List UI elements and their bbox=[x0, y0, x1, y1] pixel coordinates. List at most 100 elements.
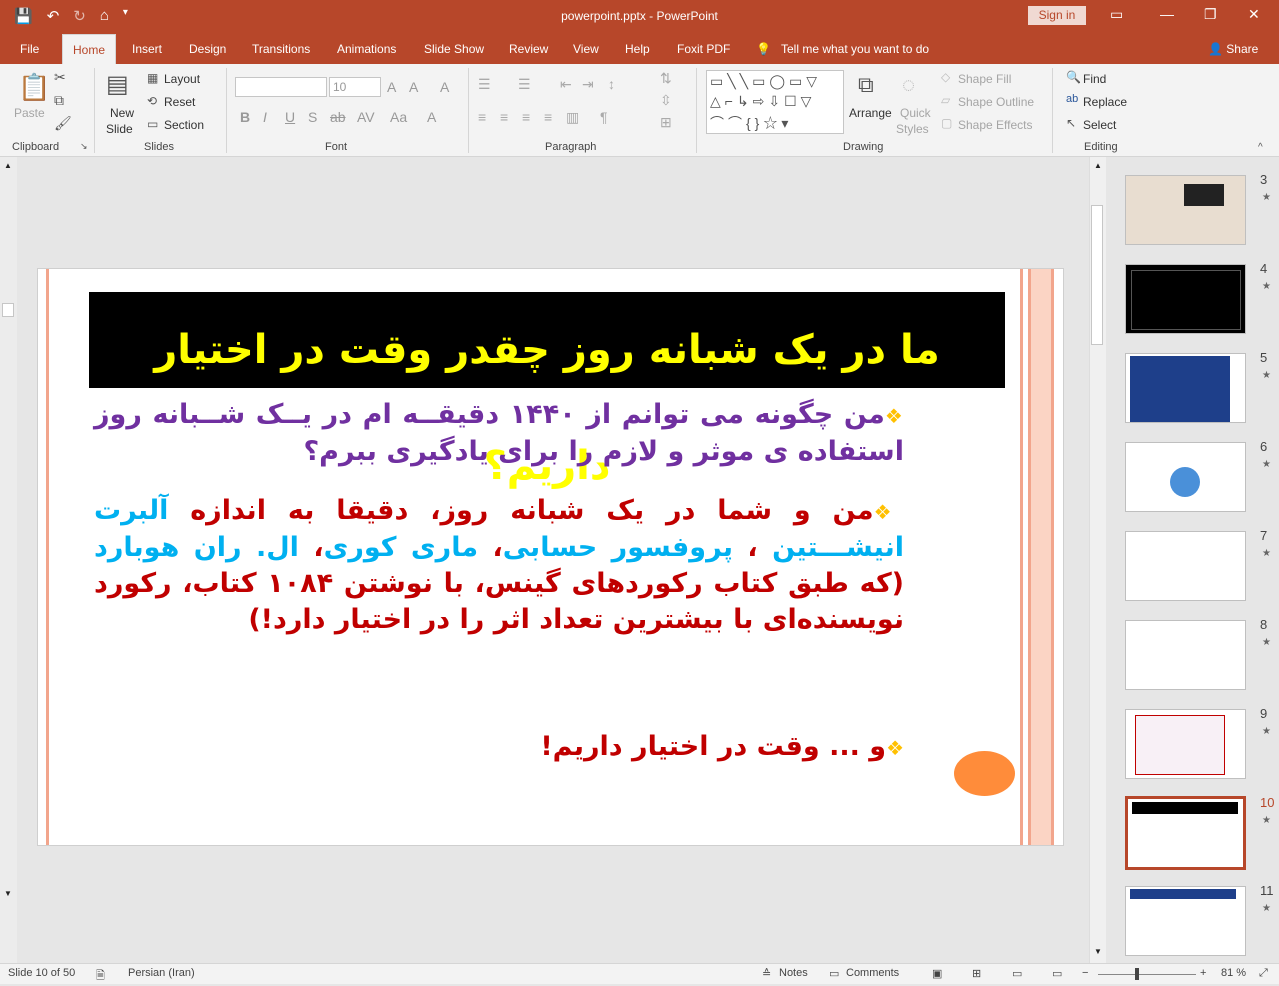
change-case-icon[interactable]: Aa bbox=[390, 109, 407, 125]
scroll-up-icon[interactable]: ▲ bbox=[4, 161, 12, 170]
character-spacing-icon[interactable]: AV bbox=[357, 109, 375, 125]
scroll-down-icon[interactable]: ▼ bbox=[1094, 947, 1102, 956]
tell-me-search[interactable]: Tell me what you want to do bbox=[781, 42, 929, 56]
share-button[interactable]: 👤 Share bbox=[1208, 42, 1258, 56]
italic-icon[interactable]: I bbox=[263, 109, 267, 125]
numbering-icon[interactable]: ☰ bbox=[518, 76, 531, 93]
section-button[interactable]: Section bbox=[164, 118, 204, 132]
shapes-row-2[interactable]: △⌐↳⇨⇩☐▽ bbox=[710, 93, 815, 110]
thumbnail-slide-4[interactable] bbox=[1125, 264, 1246, 334]
tab-animations[interactable]: Animations bbox=[337, 42, 396, 56]
scroll-down-icon[interactable]: ▼ bbox=[4, 889, 12, 898]
sign-in-button[interactable]: Sign in bbox=[1028, 6, 1086, 25]
shape-outline-icon[interactable]: ▱ bbox=[941, 93, 950, 107]
zoom-slider[interactable] bbox=[1098, 974, 1196, 975]
editor-scroll-thumb[interactable] bbox=[1091, 205, 1103, 345]
zoom-out-icon[interactable]: − bbox=[1082, 967, 1088, 979]
comments-button[interactable]: Comments bbox=[846, 967, 899, 979]
tab-transitions[interactable]: Transitions bbox=[252, 42, 310, 56]
shadow-icon[interactable]: S bbox=[308, 109, 317, 125]
align-center-icon[interactable]: ≡ bbox=[500, 109, 508, 125]
bullet-2[interactable]: ❖من و شما در یک شبانه روز، دقیقا به اندا… bbox=[94, 493, 904, 638]
find-button[interactable]: Find bbox=[1083, 72, 1106, 86]
arrange-button[interactable]: Arrange bbox=[849, 106, 892, 120]
align-right-icon[interactable]: ≡ bbox=[522, 109, 530, 125]
scroll-thumb[interactable] bbox=[2, 303, 14, 317]
underline-icon[interactable]: U bbox=[285, 109, 295, 125]
justify-icon[interactable]: ≡ bbox=[544, 109, 552, 125]
reading-view-icon[interactable]: ▭ bbox=[1012, 967, 1022, 980]
thumbnail-slide-5[interactable] bbox=[1125, 353, 1246, 423]
thumbnail-slide-3[interactable] bbox=[1125, 175, 1246, 245]
tab-view[interactable]: View bbox=[573, 42, 599, 56]
line-spacing-icon[interactable]: ↕ bbox=[608, 76, 615, 92]
text-direction-icon[interactable]: ⇅ bbox=[660, 70, 672, 87]
rtl-icon[interactable]: ¶ bbox=[600, 109, 608, 125]
format-painter-icon[interactable]: 🖌 bbox=[54, 115, 72, 132]
tab-design[interactable]: Design bbox=[189, 42, 226, 56]
shape-effects-icon[interactable]: ▢ bbox=[941, 116, 952, 130]
close-icon[interactable]: ✕ bbox=[1248, 6, 1260, 23]
spellcheck-icon[interactable]: 🗎 bbox=[96, 967, 105, 986]
scroll-up-icon[interactable]: ▲ bbox=[1094, 161, 1102, 170]
align-text-icon[interactable]: ⇳ bbox=[660, 92, 672, 109]
bullets-icon[interactable]: ☰ bbox=[478, 76, 491, 93]
paste-icon[interactable]: 📋 bbox=[18, 72, 50, 103]
tab-review[interactable]: Review bbox=[509, 42, 548, 56]
section-icon[interactable]: ▭ bbox=[147, 117, 158, 131]
align-left-icon[interactable]: ≡ bbox=[478, 109, 486, 125]
copy-icon[interactable]: ⧉ bbox=[54, 92, 64, 109]
collapse-ribbon-icon[interactable]: ^ bbox=[1258, 142, 1263, 153]
font-color-icon[interactable]: A bbox=[427, 109, 436, 125]
shape-fill-icon[interactable]: ◇ bbox=[941, 70, 950, 84]
layout-button[interactable]: Layout bbox=[164, 72, 200, 86]
quick-styles-label-1[interactable]: Quick bbox=[900, 106, 931, 120]
thumbnail-slide-6[interactable] bbox=[1125, 442, 1246, 512]
shape-outline-button[interactable]: Shape Outline bbox=[958, 95, 1034, 109]
arrange-icon[interactable]: ⧉ bbox=[858, 72, 874, 98]
thumbnail-slide-11[interactable] bbox=[1125, 886, 1246, 956]
thumbnail-slide-8[interactable] bbox=[1125, 620, 1246, 690]
quick-styles-icon[interactable]: ◌ bbox=[902, 72, 915, 98]
decrease-font-icon[interactable]: A bbox=[409, 79, 418, 95]
new-slide-label-2[interactable]: Slide bbox=[106, 122, 133, 136]
increase-indent-icon[interactable]: ⇥ bbox=[582, 76, 594, 93]
paste-button[interactable]: Paste bbox=[14, 106, 45, 120]
notes-button[interactable]: Notes bbox=[779, 967, 808, 979]
left-scrollbar[interactable]: ▲ ▼ bbox=[0, 157, 17, 963]
cut-icon[interactable]: ✂ bbox=[54, 69, 66, 86]
thumbnail-slide-7[interactable] bbox=[1125, 531, 1246, 601]
tab-slide-show[interactable]: Slide Show bbox=[424, 42, 484, 56]
bullet-1[interactable]: ❖من چگونه می توانم از ۱۴۴۰ دقیقــه ام در… bbox=[94, 397, 904, 470]
zoom-level[interactable]: 81 % bbox=[1221, 967, 1246, 979]
tab-foxit-pdf[interactable]: Foxit PDF bbox=[677, 42, 730, 56]
thumbnail-slide-10[interactable] bbox=[1125, 796, 1246, 870]
current-slide[interactable]: ما در یک شبانه روز چقدر وقت در اختیار دا… bbox=[37, 268, 1064, 846]
decrease-indent-icon[interactable]: ⇤ bbox=[560, 76, 572, 93]
slide-sorter-icon[interactable]: ⊞ bbox=[972, 967, 981, 980]
select-button[interactable]: Select bbox=[1083, 118, 1116, 132]
layout-icon[interactable]: ▦ bbox=[147, 71, 158, 85]
slideshow-icon[interactable]: ▭ bbox=[1052, 967, 1062, 980]
shape-fill-button[interactable]: Shape Fill bbox=[958, 72, 1011, 86]
shapes-gallery[interactable]: ▭╲╲▭◯▭▽ △⌐↳⇨⇩☐▽ ⌒⌒{}☆▾ bbox=[706, 70, 844, 134]
zoom-in-icon[interactable]: + bbox=[1200, 967, 1206, 979]
normal-view-icon[interactable]: ▣ bbox=[932, 967, 942, 980]
clipboard-launcher-icon[interactable]: ↘ bbox=[80, 141, 88, 152]
shape-effects-button[interactable]: Shape Effects bbox=[958, 118, 1033, 132]
fit-to-window-icon[interactable]: ⤢ bbox=[1259, 967, 1268, 980]
reset-icon[interactable]: ⟲ bbox=[147, 94, 157, 108]
tab-file[interactable]: File bbox=[20, 42, 39, 56]
ribbon-display-icon[interactable]: ▭ bbox=[1110, 6, 1123, 23]
strikethrough-icon[interactable]: ab bbox=[330, 109, 346, 125]
language-indicator[interactable]: Persian (Iran) bbox=[128, 967, 195, 979]
tab-home[interactable]: Home bbox=[62, 34, 117, 64]
new-slide-label-1[interactable]: New bbox=[110, 106, 134, 120]
comments-icon[interactable]: ▭ bbox=[829, 967, 839, 980]
slide-title[interactable]: ما در یک شبانه روز چقدر وقت در اختیار دا… bbox=[89, 292, 1005, 489]
bold-icon[interactable]: B bbox=[240, 109, 250, 125]
bullet-3[interactable]: ❖و ... وقت در اختیار داریم! bbox=[94, 729, 904, 766]
zoom-slider-thumb[interactable] bbox=[1135, 968, 1139, 980]
smartart-icon[interactable]: ⊞ bbox=[660, 114, 672, 131]
clear-formatting-icon[interactable]: A bbox=[440, 79, 449, 95]
